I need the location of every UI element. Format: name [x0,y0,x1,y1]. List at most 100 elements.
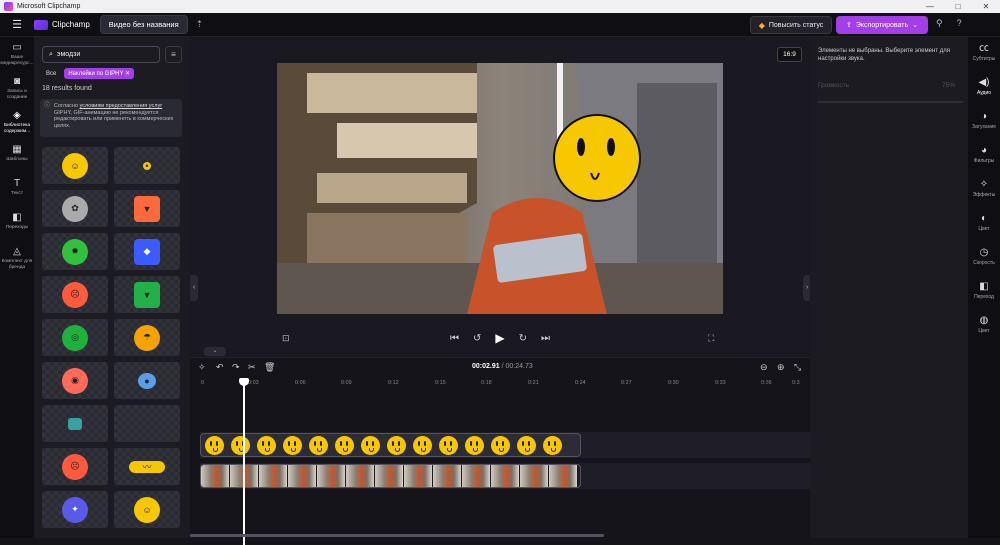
sticker-tile[interactable]: ✿ [42,190,108,227]
ruler-tick: 0:09 [341,380,352,386]
maximize-button[interactable]: □ [944,0,972,13]
sticker: ☺ [134,496,160,523]
nav-text[interactable]: T Текст [0,173,34,207]
ruler-tick: 0:24 [575,380,586,386]
notice-prefix: Согласно [54,103,80,109]
help-icon[interactable]: ? [957,18,962,29]
tab-effects[interactable]: ✧ Эффекты [968,173,1000,207]
library-icon: ◈ [13,110,21,121]
skip-back-button[interactable]: ⏮ [450,333,459,344]
upload-icon: ⇪ [846,22,852,29]
video-frame [317,465,346,487]
playhead[interactable] [239,378,249,545]
nav-your-media[interactable]: ▭ Ваше медиаресурс... [0,37,34,71]
expand-timeline-button[interactable]: ⌄ [204,347,226,356]
sticker-tile[interactable]: ● [114,362,180,399]
cloud-sync-icon[interactable]: ⇡ [196,19,204,30]
tab-color-2[interactable]: ◍ Цвет [968,309,1000,343]
sticker-tile[interactable]: • [114,147,180,184]
zoom-out-icon[interactable]: ⊖ [760,362,768,373]
clip-thumbnail [358,434,383,456]
ruler-tick: 0:15 [435,380,446,386]
sticker-tile[interactable]: ☹ [42,276,108,313]
clip-thumbnail [384,434,409,456]
sticker-tile[interactable]: ☺ [114,491,180,528]
minimize-button[interactable]: — [916,0,944,13]
zoom-in-icon[interactable]: ⊕ [777,362,785,373]
tab-label: Аудио [976,90,992,96]
magic-icon[interactable]: ✧ [198,362,206,373]
skip-forward-button[interactable]: ⏭ [541,333,550,344]
nav-templates[interactable]: ▦ Шаблоны [0,139,34,173]
screenshot-icon[interactable]: ⊡ [282,333,290,344]
export-label: Экспортировать [855,21,909,29]
chip-all[interactable]: Все [42,69,60,79]
time-ruler[interactable]: 0 0:03 0:06 0:09 0:12 0:15 0:18 0:21 0:2… [200,378,800,390]
upgrade-button[interactable]: ◆ Повысить статус [750,16,832,34]
tab-transition[interactable]: ◧ Переход [968,275,1000,309]
chip-giphy-stickers[interactable]: Наклейки по GIPHY ✕ [64,68,135,79]
sticker-tile[interactable]: ◎ [42,319,108,356]
nav-label: Текст [10,191,24,196]
video-frame [462,465,491,487]
filter-button[interactable]: ≡ [165,46,182,63]
sticker-tile[interactable]: ▼ [114,190,180,227]
ruler-tick: 0:06 [295,380,306,386]
nav-content-library[interactable]: ◈ Библиотека содержим... [0,105,34,139]
nav-brand-kit[interactable]: ◬ Комплект для бренда [0,241,34,275]
tab-label: Эффекты [972,192,996,198]
sticker-tile[interactable]: ✹ [42,233,108,270]
text-icon: T [13,178,21,189]
search-value: эмодзи [56,51,81,58]
sticker-tile[interactable]: ☺ [42,147,108,184]
timeline-scrollbar[interactable] [190,534,604,537]
tab-speed[interactable]: ◷ Скорость [968,241,1000,275]
close-window-button[interactable]: ✕ [972,0,1000,13]
nav-transitions[interactable]: ◧ Переходы [0,207,34,241]
tab-color[interactable]: ◐ Цвет [968,207,1000,241]
tab-audio[interactable]: ◀) Аудио [968,71,1000,105]
sticker-tile[interactable] [114,405,180,442]
sticker-tile[interactable] [42,405,108,442]
ruler-tick: 0:33 [715,380,726,386]
sticker-tile[interactable]: ◉ [42,362,108,399]
transition-icon: ◧ [979,281,989,292]
rewind-5s-button[interactable]: ↺ [473,333,481,344]
sticker-tile[interactable]: ◆ [114,233,180,270]
search-input[interactable]: ⌕ эмодзи [42,46,160,63]
video-preview[interactable] [277,63,723,314]
sticker-tile[interactable]: ☹ [42,448,108,485]
fullscreen-icon[interactable]: ⛶ [708,333,714,344]
split-icon[interactable]: ✂ [248,362,256,373]
menu-icon[interactable]: ☰ [0,18,34,31]
share-icon[interactable]: ⚲ [936,18,943,29]
nav-record-create[interactable]: ◙ Запись и создание [0,71,34,105]
forward-5s-button[interactable]: ↻ [519,333,527,344]
smiley-icon [543,435,562,455]
aspect-ratio-button[interactable]: 16:9 [777,47,802,62]
terms-link[interactable]: условиям предоставления услуг [80,103,163,109]
redo-icon[interactable]: ↷ [232,362,240,373]
delete-icon[interactable]: 🗑 [264,362,275,373]
sticker-tile[interactable]: ☂ [114,319,180,356]
export-button[interactable]: ⇪ Экспортировать ⌄ [836,16,928,34]
undo-icon[interactable]: ↶ [216,362,224,373]
tab-fade[interactable]: ◑ Затухание [968,105,1000,139]
fit-timeline-icon[interactable]: ⤡ [794,362,801,373]
collapse-left-panel-button[interactable]: ‹ [190,275,198,301]
emoji-sticker-clip[interactable] [200,433,581,457]
preview-stage: 16:9 ‹ › ⊡ ⏮ ↺ ▶ ↻ ⏭ ⛶ ⌄ [190,37,811,357]
sticker: ◎ [62,324,88,351]
play-button[interactable]: ▶ [495,331,504,345]
video-frame [375,465,404,487]
tab-captions[interactable]: ㏄ Субтитры [968,37,1000,71]
project-name-field[interactable]: Видео без названия [99,15,188,34]
sticker-tile[interactable]: ✦ [42,491,108,528]
color-icon: ◐ [980,213,988,224]
sticker-tile[interactable]: ▼ [114,276,180,313]
video-clip[interactable] [200,464,581,488]
tab-filters[interactable]: ◕ Фильтры [968,139,1000,173]
tab-label: Переход [974,294,994,300]
close-icon[interactable]: ✕ [125,71,130,77]
sticker-tile[interactable]: 〰 [114,448,180,485]
